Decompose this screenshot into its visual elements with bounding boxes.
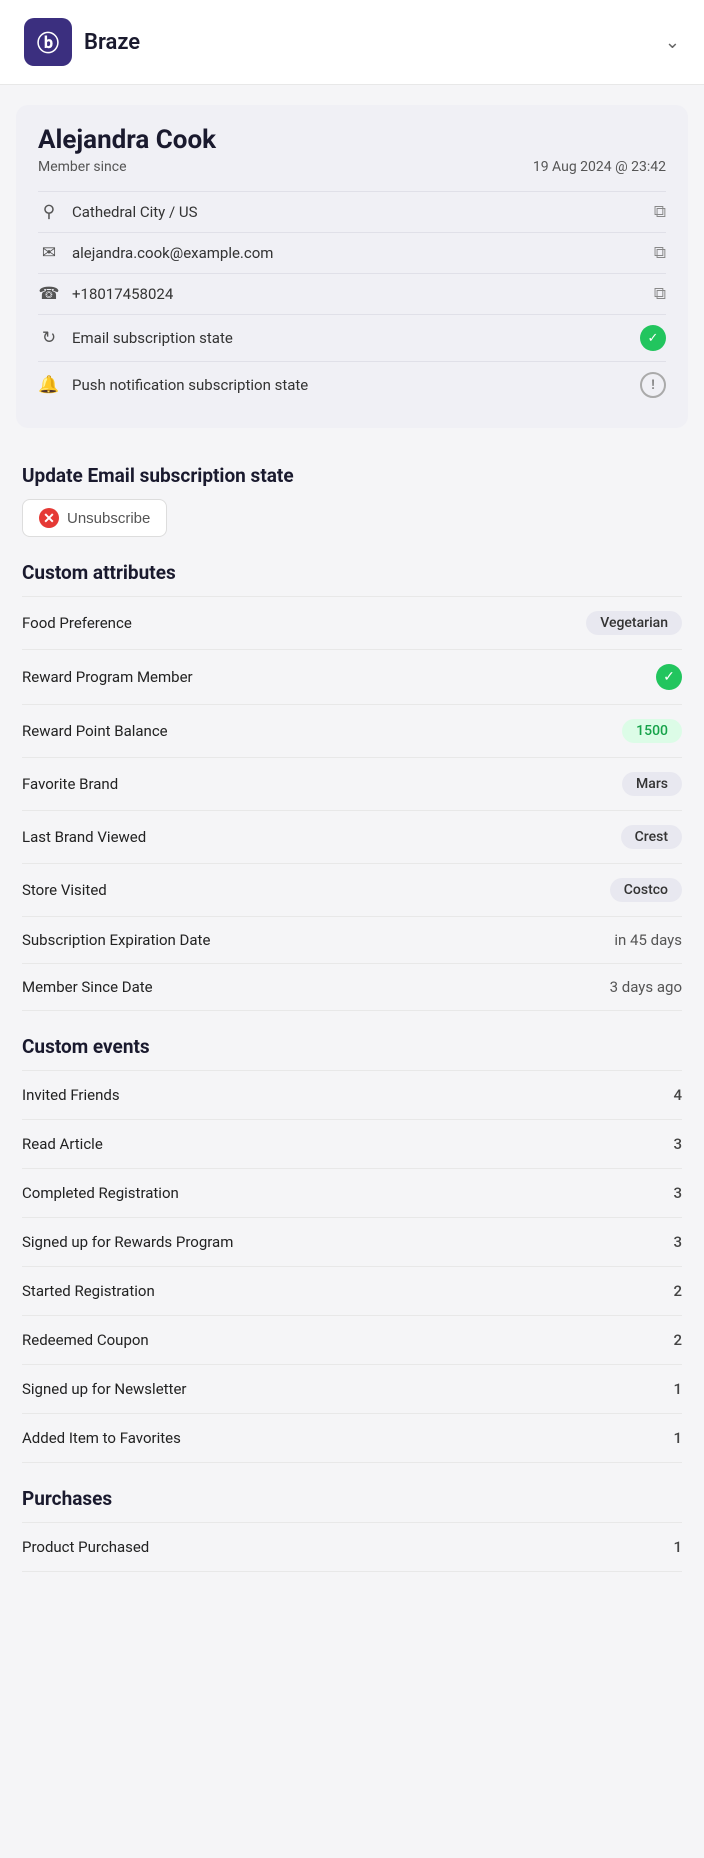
event-count: 1 xyxy=(673,1429,682,1447)
purchase-count: 1 xyxy=(673,1538,682,1556)
attr-row: Last Brand Viewed Crest xyxy=(22,810,682,863)
copy-email-icon[interactable]: ⧉ xyxy=(654,243,666,263)
event-count: 4 xyxy=(673,1086,682,1104)
location-value: Cathedral City / US xyxy=(72,203,198,221)
phone-row: ☎ +18017458024 ⧉ xyxy=(38,273,666,314)
attr-label: Reward Point Balance xyxy=(22,722,168,740)
email-subscription-label: Email subscription state xyxy=(72,329,233,347)
copy-location-icon[interactable]: ⧉ xyxy=(654,202,666,222)
email-subscription-section-title: Update Email subscription state xyxy=(22,464,682,487)
custom-events-title: Custom events xyxy=(22,1035,682,1058)
attr-row: Store Visited Costco xyxy=(22,863,682,916)
event-label: Redeemed Coupon xyxy=(22,1331,149,1349)
email-subscription-icon: ↻ xyxy=(38,328,60,348)
attr-badge: Crest xyxy=(621,825,682,849)
event-row: Read Article 3 xyxy=(22,1119,682,1168)
event-count: 3 xyxy=(673,1135,682,1153)
attr-label: Favorite Brand xyxy=(22,775,118,793)
attr-row: Favorite Brand Mars xyxy=(22,757,682,810)
event-row: Signed up for Newsletter 1 xyxy=(22,1364,682,1413)
phone-value: +18017458024 xyxy=(72,285,173,303)
header-left: ⓑ Braze xyxy=(24,18,140,66)
member-since-row: Member since 19 Aug 2024 @ 23:42 xyxy=(38,159,666,175)
event-count: 1 xyxy=(673,1380,682,1398)
purchases-title: Purchases xyxy=(22,1487,682,1510)
event-count: 2 xyxy=(673,1282,682,1300)
custom-attributes-list: Food Preference Vegetarian Reward Program … xyxy=(22,596,682,1011)
attr-row: Food Preference Vegetarian xyxy=(22,596,682,649)
copy-phone-icon[interactable]: ⧉ xyxy=(654,284,666,304)
event-label: Completed Registration xyxy=(22,1184,179,1202)
attr-label: Member Since Date xyxy=(22,978,153,996)
event-count: 3 xyxy=(673,1233,682,1251)
email-subscription-section: Update Email subscription state ✕ Unsubs… xyxy=(0,448,704,545)
event-row: Completed Registration 3 xyxy=(22,1168,682,1217)
email-subscription-status-icon: ✓ xyxy=(640,325,666,351)
profile-name: Alejandra Cook xyxy=(38,125,666,155)
app-header: ⓑ Braze ⌄ xyxy=(0,0,704,85)
event-row: Signed up for Rewards Program 3 xyxy=(22,1217,682,1266)
member-since-date: 19 Aug 2024 @ 23:42 xyxy=(533,159,666,175)
unsubscribe-button[interactable]: ✕ Unsubscribe xyxy=(22,499,167,537)
phone-icon: ☎ xyxy=(38,284,60,304)
attr-label: Last Brand Viewed xyxy=(22,828,146,846)
custom-events-list: Invited Friends4Read Article3Completed R… xyxy=(22,1070,682,1463)
attr-badge-green: 1500 xyxy=(622,719,682,743)
email-row: ✉ alejandra.cook@example.com ⧉ xyxy=(38,232,666,273)
push-subscription-label: Push notification subscription state xyxy=(72,376,308,394)
purchases-section: Purchases Product Purchased 1 xyxy=(0,1471,704,1572)
attr-label: Reward Program Member xyxy=(22,668,193,686)
push-subscription-row: 🔔 Push notification subscription state ! xyxy=(38,361,666,408)
attr-label: Store Visited xyxy=(22,881,107,899)
purchase-row: Product Purchased 1 xyxy=(22,1522,682,1572)
attr-value: 3 days ago xyxy=(610,978,682,996)
event-count: 2 xyxy=(673,1331,682,1349)
braze-logo-icon: ⓑ xyxy=(24,18,72,66)
event-count: 3 xyxy=(673,1184,682,1202)
profile-card: Alejandra Cook Member since 19 Aug 2024 … xyxy=(16,105,688,428)
attr-badge: Costco xyxy=(610,878,682,902)
location-icon: ⚲ xyxy=(38,202,60,222)
attr-value: in 45 days xyxy=(614,931,682,949)
event-label: Added Item to Favorites xyxy=(22,1429,181,1447)
attr-check-icon: ✓ xyxy=(656,664,682,690)
push-icon: 🔔 xyxy=(38,375,60,395)
email-value: alejandra.cook@example.com xyxy=(72,244,273,262)
member-since-label: Member since xyxy=(38,159,127,175)
attr-badge: Mars xyxy=(622,772,682,796)
attr-row: Member Since Date 3 days ago xyxy=(22,963,682,1011)
custom-attributes-section: Custom attributes Food Preference Vegetar… xyxy=(0,545,704,1011)
event-label: Invited Friends xyxy=(22,1086,120,1104)
attr-row: Reward Program Member ✓ xyxy=(22,649,682,704)
event-row: Invited Friends 4 xyxy=(22,1070,682,1119)
push-subscription-status-icon: ! xyxy=(640,372,666,398)
event-row: Added Item to Favorites 1 xyxy=(22,1413,682,1463)
location-row: ⚲ Cathedral City / US ⧉ xyxy=(38,191,666,232)
custom-events-section: Custom events Invited Friends 4 Read Artic… xyxy=(0,1019,704,1463)
event-row: Redeemed Coupon 2 xyxy=(22,1315,682,1364)
unsubscribe-x-icon: ✕ xyxy=(39,508,59,528)
attr-label: Food Preference xyxy=(22,614,132,632)
email-subscription-row: ↻ Email subscription state ✓ xyxy=(38,314,666,361)
email-icon: ✉ xyxy=(38,243,60,263)
purchase-label: Product Purchased xyxy=(22,1538,149,1556)
attr-badge: Vegetarian xyxy=(586,611,682,635)
purchases-list: Product Purchased 1 xyxy=(22,1522,682,1572)
attr-row: Reward Point Balance 1500 xyxy=(22,704,682,757)
event-row: Started Registration 2 xyxy=(22,1266,682,1315)
attr-row: Subscription Expiration Date in 45 days xyxy=(22,916,682,963)
attr-label: Subscription Expiration Date xyxy=(22,931,210,949)
app-title: Braze xyxy=(84,30,140,55)
chevron-down-icon[interactable]: ⌄ xyxy=(665,32,680,53)
event-label: Read Article xyxy=(22,1135,103,1153)
event-label: Signed up for Rewards Program xyxy=(22,1233,233,1251)
event-label: Signed up for Newsletter xyxy=(22,1380,187,1398)
custom-attributes-title: Custom attributes xyxy=(22,561,682,584)
unsubscribe-label: Unsubscribe xyxy=(67,510,150,527)
event-label: Started Registration xyxy=(22,1282,155,1300)
